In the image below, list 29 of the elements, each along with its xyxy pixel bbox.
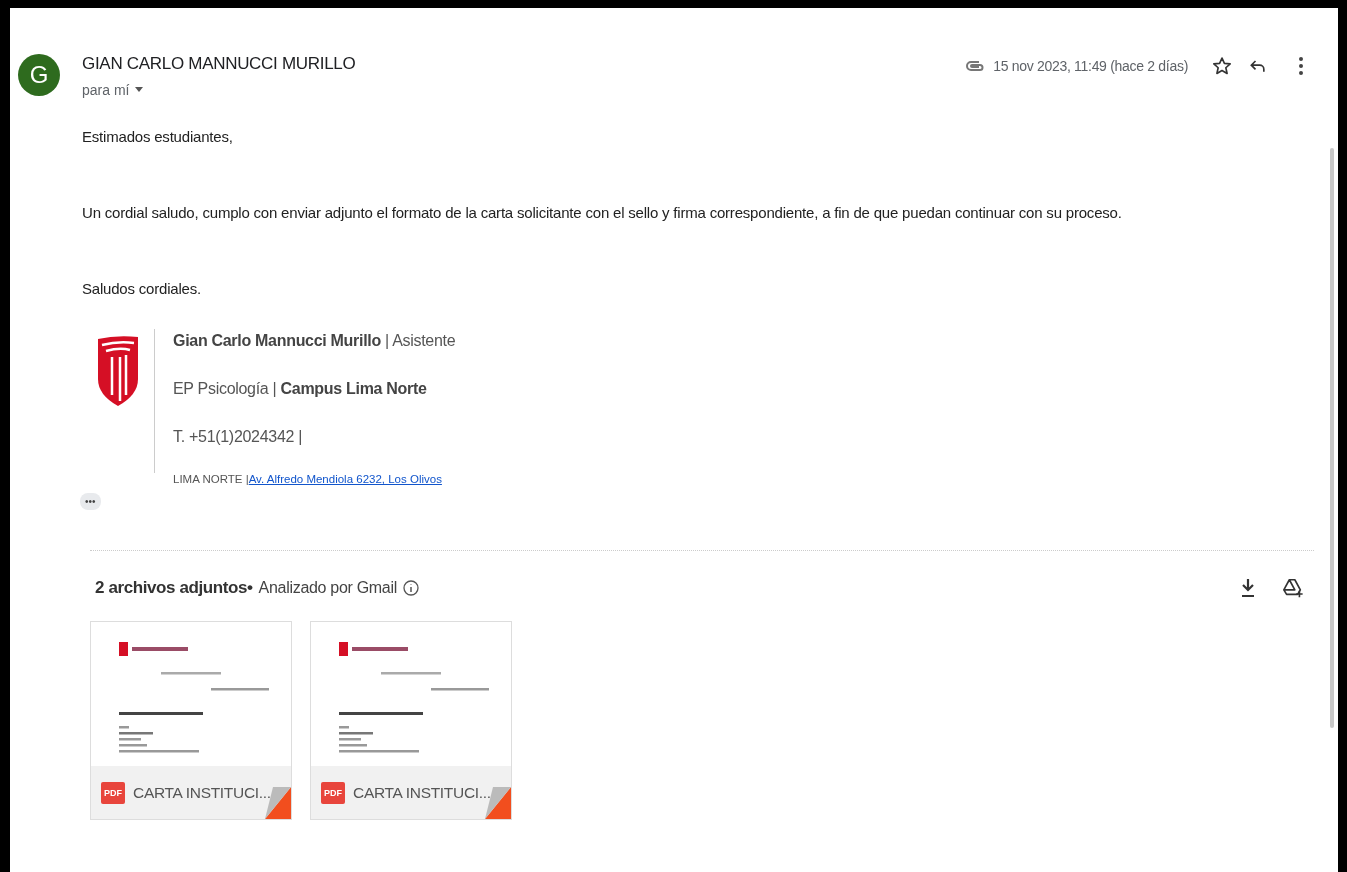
download-icon[interactable] — [1240, 578, 1256, 598]
message-paragraph: Un cordial saludo, cumplo con enviar adjunto el formato de la carta solicitante con el sello y firma correspondiente, a fin de que puedan continuar con su proceso. — [82, 204, 1123, 221]
pdf-badge: PDF — [321, 781, 345, 804]
paperclip-icon — [965, 59, 986, 73]
signature-line: EP Psicología | Campus Lima Norte — [173, 379, 428, 399]
sender-name: GIAN CARLO MANNUCCI MURILLO — [82, 54, 356, 74]
attachment-card[interactable]: PDF CARTA INSTITUCI... — [90, 621, 292, 820]
caret-icon — [135, 87, 144, 93]
info-icon[interactable] — [403, 580, 419, 596]
scan-note: Analizado por Gmail — [258, 579, 397, 597]
email-date: 15 nov 2023, 11:49 (hace 2 días) — [993, 58, 1188, 74]
more-options-icon[interactable] — [1298, 56, 1304, 76]
message-paragraph: Estimados estudiantes, — [82, 128, 234, 145]
scrollbar[interactable] — [1330, 148, 1334, 728]
star-icon[interactable] — [1212, 56, 1232, 76]
pdf-badge: PDF — [101, 781, 125, 804]
sender-avatar: G — [18, 54, 60, 96]
recipient-dropdown[interactable]: para mí — [82, 82, 144, 98]
campus-label: LIMA NORTE | — [173, 473, 249, 485]
attachment-card[interactable]: PDF CARTA INSTITUCI... — [310, 621, 512, 820]
signature-line: Gian Carlo Mannucci Murillo | Asistente — [173, 331, 456, 351]
shield-logo-icon — [96, 335, 140, 407]
drive-add-icon[interactable] — [1282, 577, 1304, 599]
attachments-title: 2 archivos adjuntos• — [95, 578, 253, 598]
attachment-name: CARTA INSTITUCI... — [353, 783, 491, 802]
attachment-name: CARTA INSTITUCI... — [133, 783, 271, 802]
signature-line: T. +51(1)2024342 | — [173, 427, 304, 447]
show-trimmed-button[interactable]: ••• — [80, 493, 101, 510]
message-paragraph: Saludos cordiales. — [82, 280, 202, 297]
